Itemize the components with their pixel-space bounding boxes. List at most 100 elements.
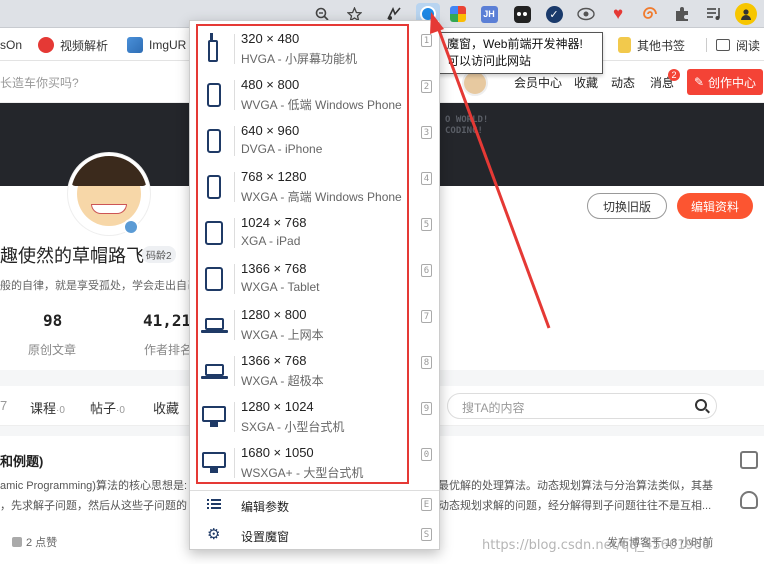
article-excerpt-line: ，先求解子问题，然后从这些子问题的: [0, 500, 187, 512]
bookmark-label: 视频解析: [60, 38, 109, 53]
separator: [234, 402, 235, 432]
separator: [234, 218, 235, 248]
nav-activity[interactable]: 动态: [611, 74, 635, 91]
reading-list[interactable]: 阅读: [716, 36, 760, 54]
device-description: DVGA - iPhone: [241, 142, 323, 156]
bookmark-label: 阅读: [736, 38, 761, 53]
article-title[interactable]: 和例题): [0, 451, 43, 470]
eye-extension-icon[interactable]: [576, 4, 596, 24]
separator: [234, 448, 235, 478]
profile-username: 趣使然的草帽路飞: [0, 246, 144, 266]
ta-search-placeholder: 搜TA的内容: [462, 401, 525, 415]
device-option-320x480[interactable]: 320 × 480 HVGA - 小屏幕功能机 1: [190, 26, 439, 72]
edit-profile-button[interactable]: 编辑资料: [677, 193, 753, 219]
extension-icon-5[interactable]: [512, 4, 532, 24]
banner-line: CODING!: [445, 126, 483, 136]
device-resolution: 1680 × 1050: [241, 445, 314, 460]
monitor-icon: [202, 452, 226, 468]
bookmark-label: 其他书签: [637, 38, 686, 53]
laptop-base: [201, 330, 228, 333]
spiral-extension-icon[interactable]: [640, 4, 660, 24]
laptop-icon: [205, 318, 224, 330]
device-description: WSXGA+ - 大型台式机: [241, 466, 364, 480]
extension-tooltip: 魔窗，Web前端开发神器! 可以访问此网站: [438, 32, 603, 74]
device-option-768x1280[interactable]: 768 × 1280 WXGA - 高端 Windows Phone 4: [190, 164, 439, 210]
menu-label: 设置魔窗: [241, 530, 290, 544]
shortcut-key: 2: [421, 80, 432, 93]
bookmark-item[interactable]: 视频解析: [38, 36, 108, 54]
laptop-icon: [205, 364, 224, 376]
puzzle-icon[interactable]: [672, 4, 692, 24]
site-search-placeholder[interactable]: 长造车你买吗?: [0, 74, 79, 91]
stat-articles-value[interactable]: 98: [43, 311, 62, 330]
screen-size-popup: 320 × 480 HVGA - 小屏幕功能机 1 480 × 800 WVGA…: [189, 20, 440, 550]
menu-divider: [190, 490, 439, 491]
tab-label: 收藏: [153, 401, 180, 416]
tab-count: ·0: [56, 405, 65, 416]
search-icon[interactable]: [695, 399, 707, 411]
tab-favorites[interactable]: 收藏: [153, 398, 179, 417]
customer-service-icon[interactable]: [734, 482, 764, 518]
device-resolution: 640 × 960: [241, 123, 300, 138]
settings-menu-item[interactable]: ⚙ 设置魔窗 S: [190, 522, 439, 550]
video-parse-icon: [38, 37, 54, 53]
device-option-1280x800[interactable]: 1280 × 800 WXGA - 上网本 7: [190, 302, 439, 348]
bookmark-label: sOn: [0, 38, 23, 52]
menu-label: 编辑参数: [241, 500, 290, 514]
bookmark-item[interactable]: sOn: [0, 36, 22, 54]
gear-icon: ⚙: [207, 526, 221, 543]
tab-courses[interactable]: 课程·0: [30, 398, 65, 417]
phone-icon: [207, 129, 221, 153]
heart-extension-icon[interactable]: ♥: [608, 4, 628, 24]
device-resolution: 1366 × 768: [241, 261, 307, 276]
qr-code-icon[interactable]: [734, 442, 764, 478]
nav-vip-center[interactable]: 会员中心: [514, 74, 562, 91]
bookmarks-separator: [706, 38, 707, 52]
device-option-640x960[interactable]: 640 × 960 DVGA - iPhone 3: [190, 118, 439, 164]
create-center-button[interactable]: ✎ 创作中心: [687, 69, 763, 95]
ta-search-input[interactable]: 搜TA的内容: [447, 393, 717, 419]
jh-extension-icon[interactable]: JH: [479, 4, 499, 24]
shortcut-key: 6: [421, 264, 432, 277]
separator: [234, 126, 235, 156]
shortcut-key: 8: [421, 356, 432, 369]
device-description: XGA - iPad: [241, 234, 301, 248]
nav-favorites[interactable]: 收藏: [574, 74, 598, 91]
shortcut-key: 4: [421, 172, 432, 185]
device-resolution: 1280 × 800: [241, 307, 307, 322]
switch-old-version-button[interactable]: 切换旧版: [587, 193, 667, 219]
likes-label: 2 点赞: [26, 537, 58, 549]
device-option-1680x1050[interactable]: 1680 × 1050 WSXGA+ - 大型台式机 0: [190, 440, 439, 486]
extension-icon-3[interactable]: [448, 4, 468, 24]
device-option-1366x768-tablet[interactable]: 1366 × 768 WXGA - Tablet 6: [190, 256, 439, 302]
check-extension-icon[interactable]: ✓: [544, 4, 564, 24]
bookmark-folder[interactable]: 其他书签: [618, 36, 685, 54]
avatar-hair: [71, 156, 147, 186]
bookmark-item[interactable]: ImgUR: [127, 36, 186, 54]
tab-posts[interactable]: 帖子·0: [90, 398, 125, 417]
separator: [234, 172, 235, 202]
likes-count[interactable]: 2 点赞: [12, 534, 57, 550]
device-description: HVGA - 小屏幕功能机: [241, 52, 358, 66]
device-option-480x800[interactable]: 480 × 800 WVGA - 低端 Windows Phone 2: [190, 72, 439, 118]
shortcut-key: E: [421, 498, 432, 511]
shortcut-key: 7: [421, 310, 432, 323]
media-icon[interactable]: [704, 4, 724, 24]
separator: [234, 80, 235, 110]
profile-icon[interactable]: [735, 3, 757, 25]
device-option-1280x1024[interactable]: 1280 × 1024 SXGA - 小型台式机 9: [190, 394, 439, 440]
monitor-icon: [202, 406, 226, 422]
tab-count: ·0: [116, 405, 125, 416]
device-resolution: 1024 × 768: [241, 215, 307, 230]
device-option-1366x768-ultrabook[interactable]: 1366 × 768 WXGA - 超极本 8: [190, 348, 439, 394]
antenna-icon: [210, 33, 213, 41]
device-description: SXGA - 小型台式机: [241, 420, 345, 434]
create-center-label: 创作中心: [708, 75, 757, 90]
device-option-1024x768[interactable]: 1024 × 768 XGA - iPad 5: [190, 210, 439, 256]
edit-parameters-menu-item[interactable]: 编辑参数 E: [190, 492, 439, 520]
profile-motto: 般的自律，就是享受孤处，学会走出自己: [0, 280, 198, 292]
list-icon: [207, 498, 221, 512]
tab-partial[interactable]: 7: [0, 398, 7, 413]
tab-label: 7: [0, 398, 8, 413]
feature-phone-icon: [208, 40, 218, 62]
